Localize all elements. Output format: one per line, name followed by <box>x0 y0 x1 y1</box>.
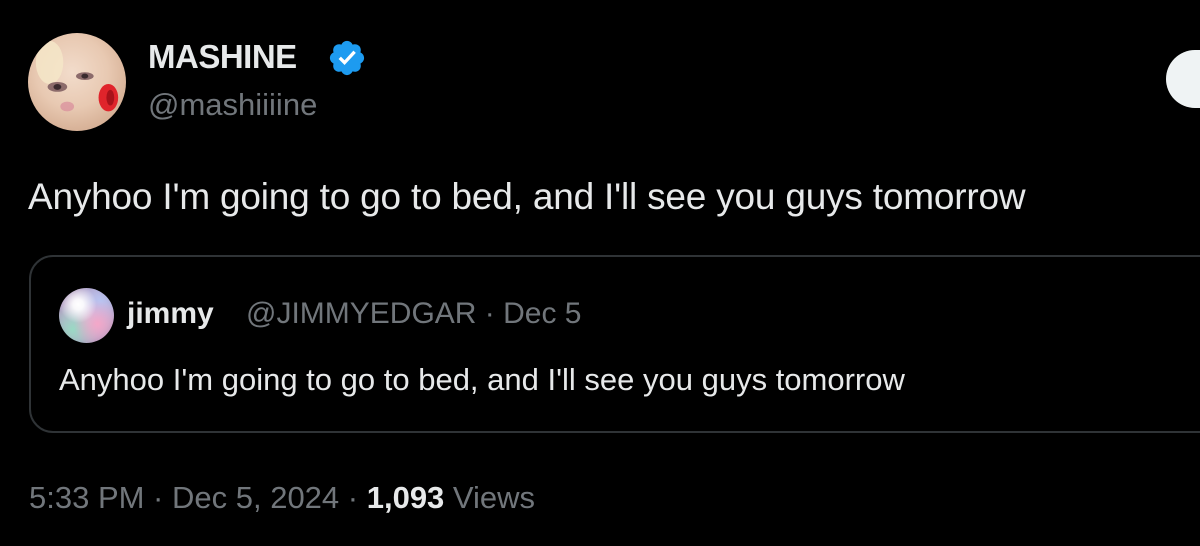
tweet-timestamp[interactable]: 5:33 PM · Dec 5, 2024 · <box>29 480 367 515</box>
tweet-timestamp-row: 5:33 PM · Dec 5, 2024 · 1,093 Views <box>29 480 535 516</box>
author-handle[interactable]: @mashiiiine <box>148 87 317 123</box>
avatar-portrait-image <box>35 40 119 112</box>
follow-button[interactable] <box>1166 50 1200 108</box>
author-display-name[interactable]: MASHINE <box>148 38 297 76</box>
quoted-author-name[interactable]: jimmy <box>127 297 214 331</box>
quoted-tweet-text: Anyhoo I'm going to go to bed, and I'll … <box>59 362 905 397</box>
tweet-text: Anyhoo I'm going to go to bed, and I'll … <box>28 176 1026 217</box>
verified-badge-icon <box>329 40 365 76</box>
views-count: 1,093 <box>366 480 445 515</box>
views-label: Views <box>444 480 536 515</box>
author-avatar[interactable] <box>28 33 126 131</box>
quoted-author-meta: @JIMMYEDGAR · Dec 5 <box>246 297 582 330</box>
quoted-tweet-card[interactable] <box>29 255 1200 433</box>
quoted-author-avatar[interactable] <box>59 288 114 343</box>
